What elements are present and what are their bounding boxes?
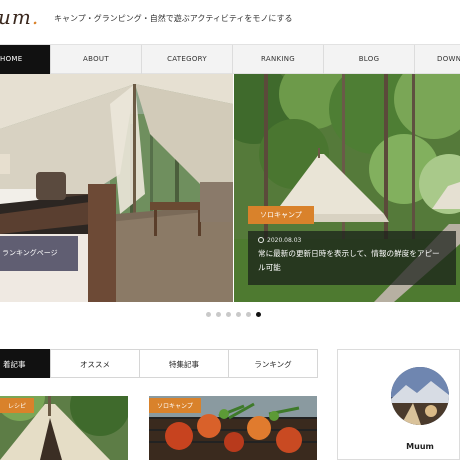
site-logo[interactable]: um.: [0, 5, 39, 29]
site-header: um. キャンプ・グランピング・自然で遊ぶアクティビティをモノにする: [0, 0, 460, 44]
avatar[interactable]: [391, 367, 449, 425]
slider-dot[interactable]: [206, 312, 211, 317]
card-category-badge[interactable]: レシピ: [0, 398, 35, 413]
slider-dot[interactable]: [216, 312, 221, 317]
card-category-badge[interactable]: ソロキャンプ: [149, 398, 201, 413]
slide-title: 常に最新の更新日時を表示して、情報の鮮度をアピール可能: [258, 249, 440, 272]
nav-item-download[interactable]: DOWN: [415, 45, 460, 74]
slide-category-badge[interactable]: ソロキャンプ: [248, 206, 314, 224]
slide-glamping-interior[interactable]: ランキングページ: [0, 74, 233, 302]
profile-name: Muum: [406, 442, 434, 451]
mountain-avatar-image: [391, 367, 449, 425]
hero-slider: ランキングページ ソロキャンプ 2020.08.03 常に最新の更新日時を表示し…: [0, 74, 460, 302]
article-card[interactable]: レシピ: [0, 396, 128, 460]
nav-item-category[interactable]: CATEGORY: [142, 45, 233, 74]
slider-dot[interactable]: [226, 312, 231, 317]
slider-dot-active[interactable]: [256, 312, 261, 317]
slide-bell-tent[interactable]: ソロキャンプ 2020.08.03 常に最新の更新日時を表示して、情報の鮮度をア…: [234, 74, 460, 302]
article-card[interactable]: ソロキャンプ: [149, 396, 317, 460]
nav-item-about[interactable]: ABOUT: [51, 45, 142, 74]
nav-item-home[interactable]: HOME: [0, 45, 51, 74]
slider-dot[interactable]: [246, 312, 251, 317]
global-nav: HOME ABOUT CATEGORY RANKING BLOG DOWN: [0, 44, 460, 74]
clock-icon: [258, 237, 264, 243]
profile-widget: Muum: [337, 349, 460, 460]
slide-date: 2020.08.03: [258, 237, 446, 244]
slider-dot[interactable]: [236, 312, 241, 317]
tab-recommended[interactable]: オススメ: [50, 349, 140, 378]
tab-ranking[interactable]: ランキング: [228, 349, 318, 378]
tab-features[interactable]: 特集記事: [139, 349, 229, 378]
site-tagline: キャンプ・グランピング・自然で遊ぶアクティビティをモノにする: [54, 14, 293, 23]
nav-item-ranking[interactable]: RANKING: [233, 45, 324, 74]
slide-caption[interactable]: 2020.08.03 常に最新の更新日時を表示して、情報の鮮度をアピール可能: [248, 231, 456, 285]
article-tabs: 着記事 オススメ 特集記事 ランキング: [0, 349, 318, 378]
tab-new-articles[interactable]: 着記事: [0, 349, 50, 378]
ranking-page-label[interactable]: ランキングページ: [0, 236, 78, 271]
nav-item-blog[interactable]: BLOG: [324, 45, 415, 74]
